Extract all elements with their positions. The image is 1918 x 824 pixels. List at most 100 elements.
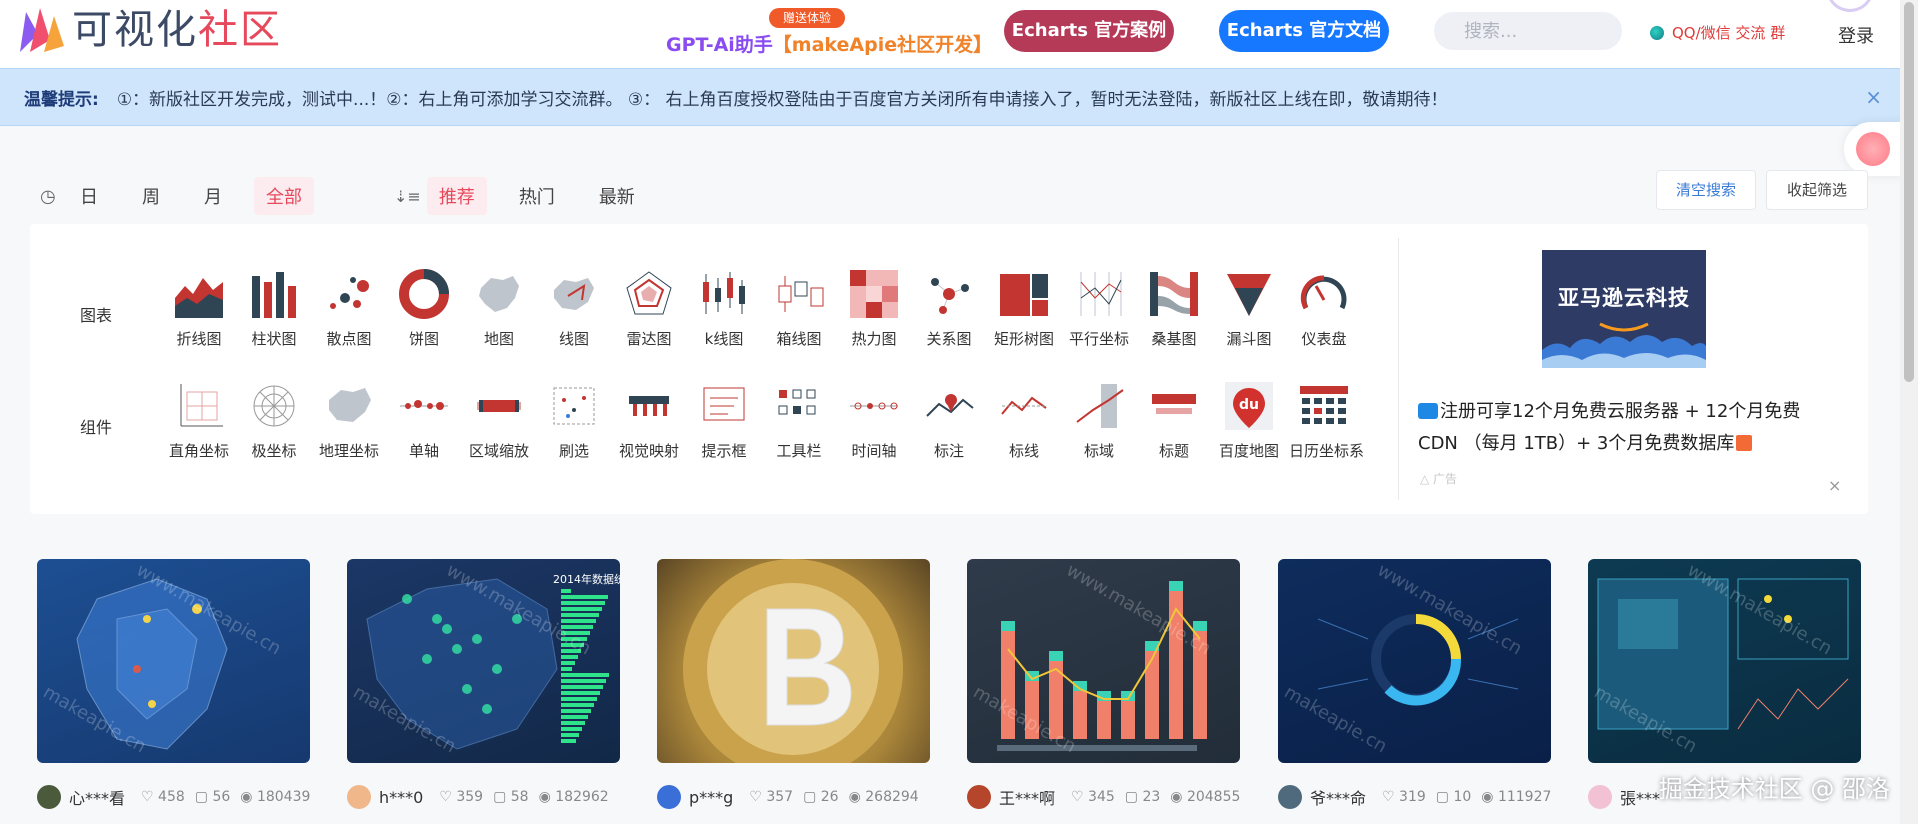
category-label: 漏斗图	[1226, 330, 1272, 348]
chart-card[interactable]: 2014年数据统 www.makeapie.cn makeapie.cn h***0…	[347, 559, 620, 809]
category-item[interactable]: 漏斗图	[1214, 268, 1284, 349]
category-item[interactable]: 地图	[464, 268, 534, 349]
chart-card[interactable]: www.makeapie.cn makeapie.cn 王***啊 ♡ 345 ▢…	[967, 559, 1240, 809]
category-item[interactable]: 标注	[914, 380, 984, 461]
category-item[interactable]: 标域	[1064, 380, 1134, 461]
category-item[interactable]: 线图	[539, 268, 609, 349]
search-input[interactable]	[1434, 12, 1622, 50]
category-label: 地图	[483, 330, 514, 348]
category-item[interactable]: 平行坐标	[1064, 268, 1134, 349]
category-icon	[253, 385, 295, 427]
views-stat: ◉ 268294	[849, 789, 919, 805]
likes-stat: ♡ 345	[1071, 789, 1115, 805]
category-item[interactable]: 关系图	[914, 268, 984, 349]
sort-recommend[interactable]: 推荐	[426, 177, 487, 215]
category-icon	[554, 278, 594, 310]
avatar[interactable]	[37, 785, 61, 809]
scrollbar[interactable]	[1900, 0, 1918, 824]
card-username[interactable]: 王***啊	[999, 785, 1055, 809]
category-item[interactable]: k线图	[689, 268, 759, 349]
category-item[interactable]: 热力图	[839, 268, 909, 349]
category-icon	[477, 400, 521, 412]
category-item[interactable]: 日历坐标系	[1289, 380, 1364, 461]
category-item[interactable]: 仪表盘	[1289, 268, 1359, 349]
avatar[interactable]	[967, 785, 991, 809]
chart-card[interactable]: www.makeapie.cn makeapie.cn 爷***命 ♡ 319 ▢…	[1278, 559, 1551, 809]
close-icon[interactable]: ×	[1865, 85, 1882, 109]
card-username[interactable]: 心***看	[69, 785, 125, 809]
card-thumbnail[interactable]: 2014年数据统 www.makeapie.cn makeapie.cn	[347, 559, 620, 763]
avatar[interactable]	[1278, 785, 1302, 809]
category-item[interactable]: 矩形树图	[989, 268, 1059, 349]
category-item[interactable]: du 百度地图	[1214, 380, 1284, 461]
card-username[interactable]: p***g	[689, 788, 733, 807]
chart-card[interactable]: p***g ♡ 357 ▢ 26 ◉ 268294	[657, 559, 930, 809]
card-meta: 爷***命 ♡ 319 ▢ 10 ◉ 111927	[1278, 785, 1551, 809]
category-item[interactable]: 箱线图	[764, 268, 834, 349]
filter-day[interactable]: 日	[68, 177, 110, 215]
category-item[interactable]: 标题	[1139, 380, 1209, 461]
category-item[interactable]: 单轴	[389, 380, 459, 461]
category-item[interactable]: 刷选	[539, 380, 609, 461]
filter-month[interactable]: 月	[192, 177, 234, 215]
category-item[interactable]: 桑基图	[1139, 268, 1209, 349]
eye-icon: ◉	[538, 789, 551, 805]
category-item[interactable]: 折线图	[164, 268, 234, 349]
echarts-examples-button[interactable]: Echarts 官方案例	[1004, 10, 1174, 52]
scrollbar-thumb[interactable]	[1904, 2, 1914, 382]
card-thumbnail[interactable]	[657, 559, 930, 763]
card-thumbnail[interactable]: www.makeapie.cn makeapie.cn	[967, 559, 1240, 763]
category-label: 标注	[933, 442, 964, 460]
thumbnail-bar-chart	[997, 581, 1207, 751]
login-link[interactable]: 登录	[1838, 22, 1874, 48]
category-label: 标题	[1158, 442, 1189, 460]
filter-week[interactable]: 周	[130, 177, 172, 215]
echarts-docs-button[interactable]: Echarts 官方文档	[1219, 10, 1389, 52]
chart-card[interactable]: www.makeapie.cn makeapie.cn 心***看 ♡ 458 ▢…	[37, 559, 310, 809]
card-thumbnail[interactable]: www.makeapie.cn makeapie.cn	[1278, 559, 1551, 763]
category-item[interactable]: 区域缩放	[464, 380, 534, 461]
ad-text[interactable]: 注册可享12个月免费云服务器 + 12个月免费CDN （每月 1TB）+ 3个月…	[1418, 396, 1838, 460]
card-username[interactable]: h***0	[379, 788, 423, 807]
sort-newest[interactable]: 最新	[587, 177, 647, 215]
category-item[interactable]: 散点图	[314, 268, 384, 349]
chart-card[interactable]: www.makeapie.cn makeapie.cn 張***	[1588, 559, 1861, 809]
site-logo[interactable]: 可视化社区	[16, 4, 282, 56]
card-meta: 王***啊 ♡ 345 ▢ 23 ◉ 204855	[967, 785, 1240, 809]
sort-hot[interactable]: 热门	[507, 177, 567, 215]
category-item[interactable]: 直角坐标	[164, 380, 234, 461]
category-item[interactable]: 雷达图	[614, 268, 684, 349]
gpt-assistant-link[interactable]: GPT-Ai助手【makeApie社区开发】	[666, 30, 992, 57]
ad-logo[interactable]: 亚马逊云科技	[1542, 250, 1706, 368]
clear-search-button[interactable]: 清空搜索	[1656, 170, 1756, 210]
category-item[interactable]: 极坐标	[239, 380, 309, 461]
avatar[interactable]	[657, 785, 681, 809]
floating-widget[interactable]	[1844, 122, 1904, 176]
category-item[interactable]: 柱状图	[239, 268, 309, 349]
component-row-label: 组件	[80, 418, 113, 437]
category-item[interactable]: 时间轴	[839, 380, 909, 461]
heart-icon: ♡	[141, 789, 154, 805]
avatar[interactable]	[1588, 785, 1612, 809]
filter-all[interactable]: 全部	[254, 177, 314, 215]
category-label: 极坐标	[251, 442, 297, 460]
category-icon	[1000, 274, 1048, 316]
card-username[interactable]: 爷***命	[1310, 785, 1366, 809]
collapse-filter-button[interactable]: 收起筛选	[1766, 170, 1868, 210]
ad-close-icon[interactable]: ×	[1828, 476, 1841, 495]
category-item[interactable]: 工具栏	[764, 380, 834, 461]
card-username[interactable]: 張***	[1620, 785, 1660, 809]
qq-group-link[interactable]: QQ/微信 交流 群	[1650, 22, 1785, 43]
card-thumbnail[interactable]: www.makeapie.cn makeapie.cn	[1588, 559, 1861, 763]
category-label: 热力图	[851, 330, 897, 348]
category-item[interactable]: 标线	[989, 380, 1059, 461]
category-item[interactable]: 视觉映射	[614, 380, 684, 461]
card-thumbnail[interactable]: www.makeapie.cn makeapie.cn	[37, 559, 310, 763]
comments-count: 26	[820, 789, 839, 805]
category-label: 百度地图	[1218, 442, 1279, 460]
category-item[interactable]: 地理坐标	[314, 380, 384, 461]
category-item[interactable]: 提示框	[689, 380, 759, 461]
category-item[interactable]: 饼图	[389, 268, 459, 349]
avatar[interactable]	[347, 785, 371, 809]
category-label: 桑基图	[1151, 330, 1197, 348]
